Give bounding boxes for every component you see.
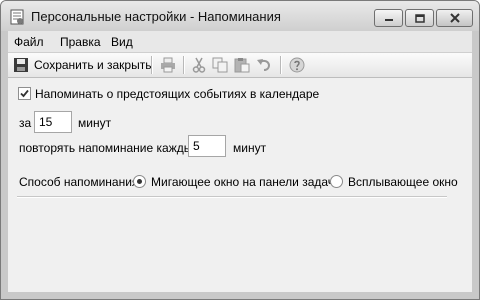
settings-window: Персональные настройки - Напоминания Фай… [0,0,480,300]
menu-edit[interactable]: Правка [60,35,101,49]
method-label: Способ напоминания: [19,175,142,189]
before-prefix: за [19,116,32,130]
maximize-icon [414,13,425,23]
repeat-unit: минут [233,141,267,155]
close-button[interactable] [436,9,473,27]
cut-icon[interactable] [191,57,207,73]
method-radio-popup[interactable] [330,175,343,188]
method-option-taskbar-label[interactable]: Мигающее окно на панели задач [151,175,334,189]
checkmark-icon [20,89,29,98]
copy-icon[interactable] [212,57,228,73]
menu-file[interactable]: Файл [14,35,44,49]
menu-bar: Файл Правка Вид [8,31,472,53]
before-unit: минут [78,116,112,130]
reminder-enable-checkbox[interactable] [18,87,31,100]
toolbar-separator [280,56,282,74]
minimize-icon [384,19,393,21]
toolbar: Сохранить и закрыть [8,53,472,78]
method-option-popup-label[interactable]: Всплывающее окно [348,175,458,189]
toolbar-separator [183,56,185,74]
reminder-enable-label[interactable]: Напоминать о предстоящих событиях в кале… [35,87,319,101]
help-icon[interactable] [289,57,305,73]
method-radio-taskbar[interactable] [133,175,146,188]
save-close-button[interactable]: Сохранить и закрыть [10,53,151,77]
reminder-minutes-input[interactable]: 15 [34,111,72,133]
undo-icon[interactable] [256,57,272,73]
menu-view[interactable]: Вид [111,35,133,49]
close-icon [449,13,460,23]
toolbar-separator [151,56,153,74]
app-icon [10,9,24,25]
content-divider [17,196,447,198]
print-icon[interactable] [160,57,176,73]
content-panel: Напоминать о предстоящих событиях в кале… [8,78,472,292]
window-title: Персональные настройки - Напоминания [31,9,281,24]
paste-icon[interactable] [234,57,250,73]
repeat-prefix: повторять напоминание каждые [19,141,200,155]
repeat-minutes-input[interactable]: 5 [188,135,226,157]
minimize-button[interactable] [374,9,403,27]
title-bar: Персональные настройки - Напоминания [1,1,479,31]
maximize-button[interactable] [405,9,434,27]
save-close-label: Сохранить и закрыть [34,58,152,72]
save-icon [14,58,28,72]
radio-selected-dot [137,179,142,184]
